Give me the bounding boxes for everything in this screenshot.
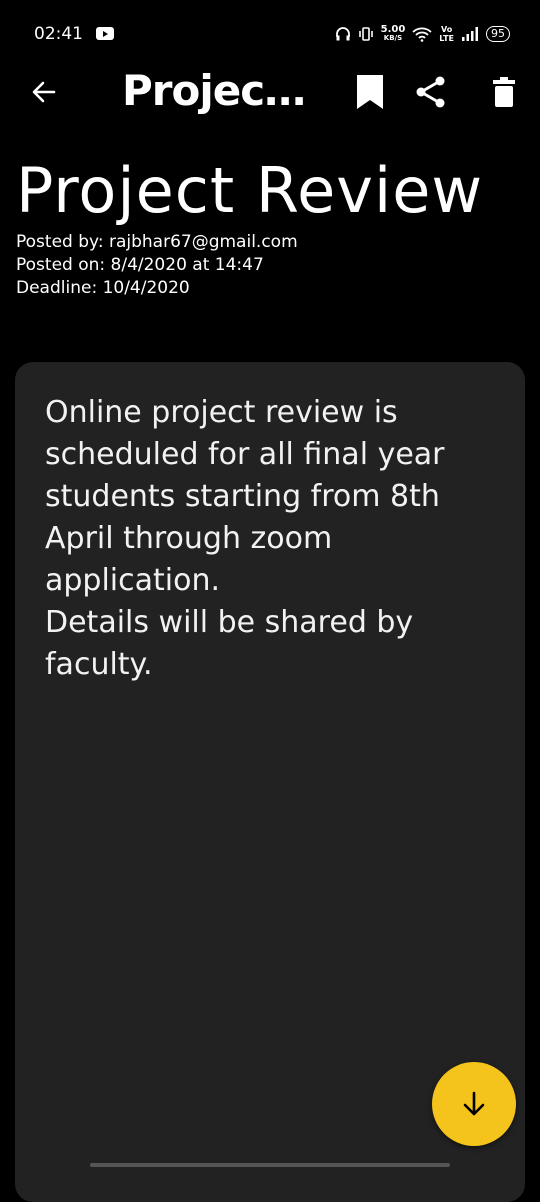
back-arrow-icon (32, 81, 56, 103)
status-icons: 5.00 KB/S Vo LTE 95 (335, 22, 510, 46)
bookmark-button[interactable] (348, 70, 392, 114)
app-bar-title: Project Review (122, 66, 318, 115)
share-icon (416, 76, 445, 108)
app-bar: Project Review (0, 56, 540, 128)
posted-on: Posted on: 8/4/2020 at 14:47 (16, 255, 264, 275)
volte-indicator: Vo LTE (439, 25, 454, 43)
network-speed: 5.00 KB/S (381, 25, 406, 43)
deadline: Deadline: 10/4/2020 (16, 278, 190, 298)
posted-by: Posted by: rajbhar67@gmail.com (16, 232, 298, 252)
back-button[interactable] (24, 72, 64, 112)
status-time: 02:41 (34, 24, 83, 44)
post-body: Online project review is scheduled for a… (45, 395, 445, 682)
headphones-icon (335, 27, 350, 41)
volte-bottom: LTE (439, 34, 454, 43)
speed-unit: KB/S (383, 34, 403, 42)
volte-top: Vo (441, 25, 453, 34)
arrow-down-icon (463, 1091, 485, 1116)
share-button[interactable] (408, 70, 452, 114)
vibrate-icon (358, 27, 373, 41)
bookmark-icon (357, 75, 383, 109)
delete-button[interactable] (482, 70, 526, 114)
speed-value: 5.00 (380, 24, 406, 35)
gesture-bar (90, 1163, 450, 1167)
battery-indicator: 95 (486, 26, 510, 42)
wifi-icon (412, 27, 432, 42)
signal-icon (462, 27, 478, 41)
scroll-down-button[interactable] (432, 1062, 516, 1146)
youtube-notification-icon (96, 27, 114, 40)
post-title: Project Review (16, 154, 484, 227)
delete-icon (493, 77, 515, 107)
